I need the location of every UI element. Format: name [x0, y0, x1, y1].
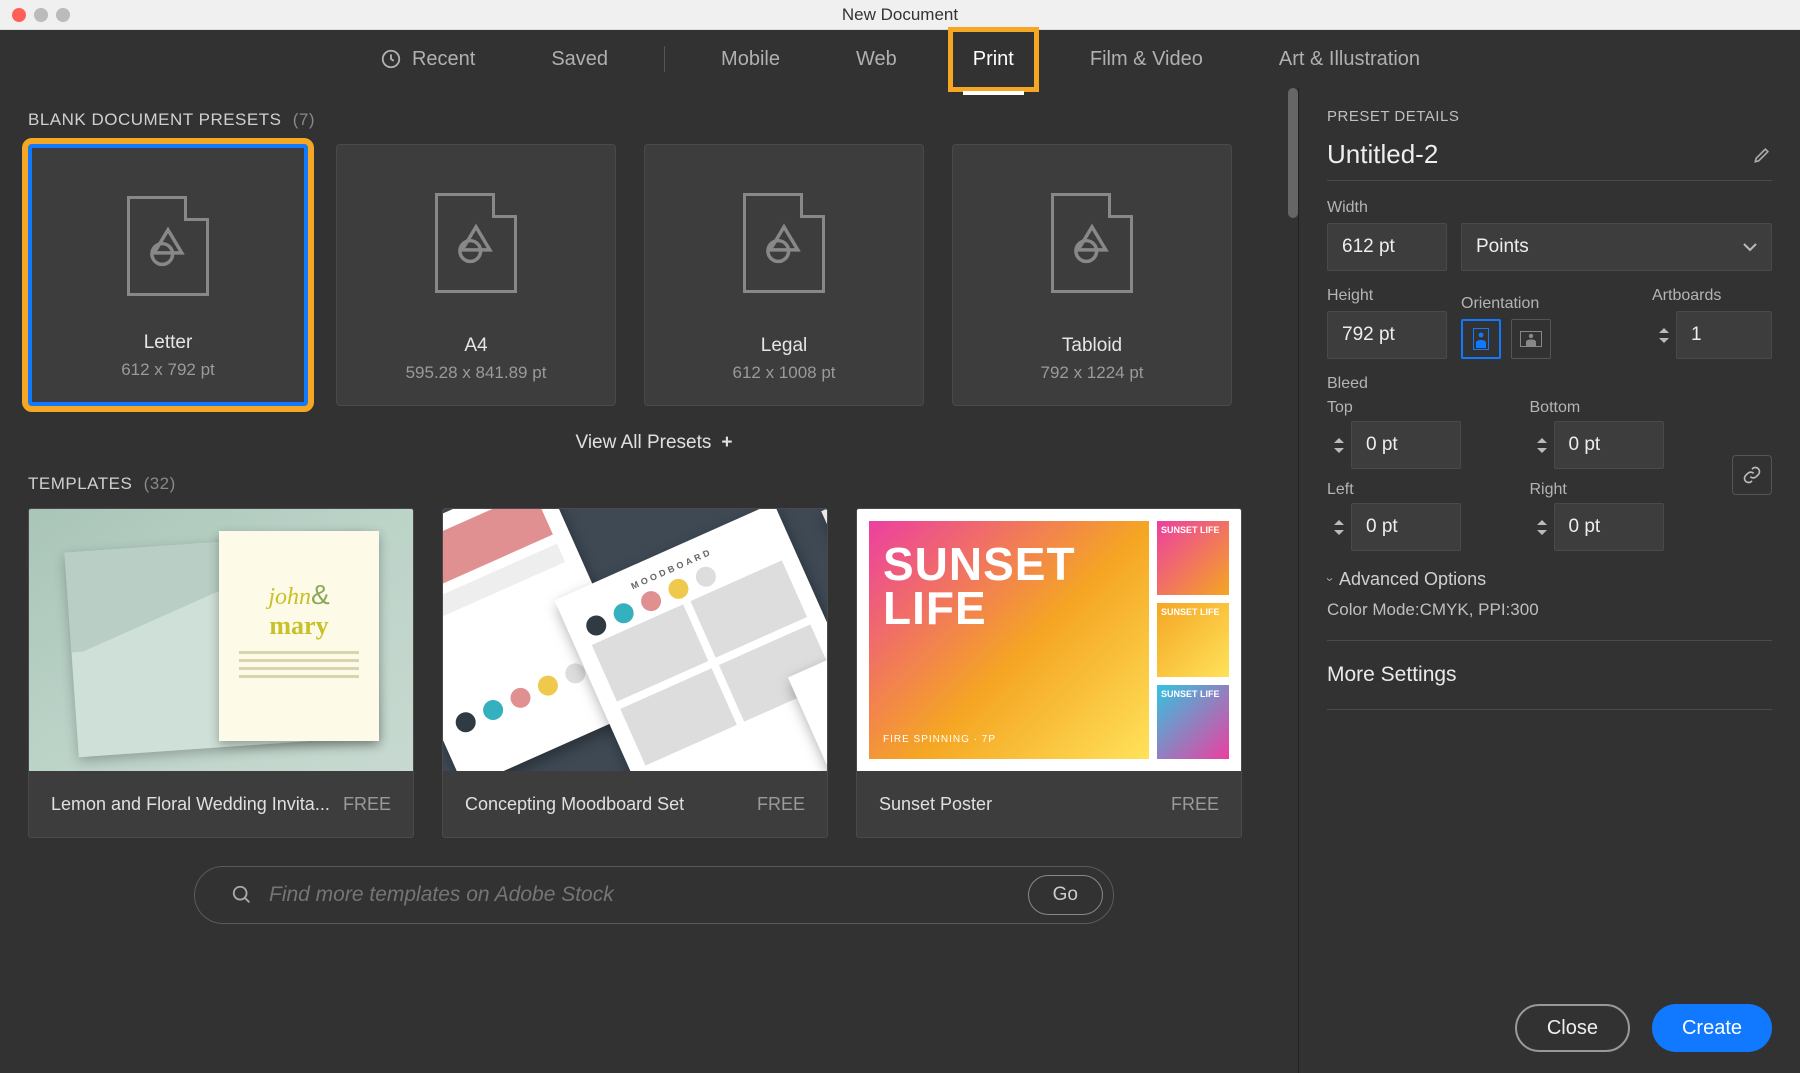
tab-label: Recent	[412, 48, 475, 71]
page-icon	[127, 196, 209, 296]
edit-name-icon[interactable]	[1752, 145, 1772, 165]
template-price: FREE	[343, 794, 391, 815]
bleed-top-input[interactable]: 0 pt	[1351, 421, 1461, 469]
bleed-right-stepper[interactable]	[1530, 503, 1554, 551]
bleed-left-input[interactable]: 0 pt	[1351, 503, 1461, 551]
bleed-bottom-label: Bottom	[1530, 399, 1717, 417]
bleed-top-stepper[interactable]	[1327, 421, 1351, 469]
bleed-left-label: Left	[1327, 481, 1514, 499]
clock-icon	[380, 48, 402, 70]
orientation-label: Orientation	[1461, 295, 1551, 313]
portrait-icon	[1473, 328, 1489, 350]
main-panel: BLANK DOCUMENT PRESETS (7) Letter 612 x …	[0, 88, 1298, 1073]
template-name: Sunset Poster	[879, 794, 992, 815]
preset-dims: 595.28 x 841.89 pt	[406, 363, 547, 383]
height-label: Height	[1327, 287, 1447, 305]
stock-search-bar: Go	[194, 866, 1114, 924]
height-input[interactable]: 792 pt	[1327, 311, 1447, 359]
artboards-input[interactable]: 1	[1676, 311, 1772, 359]
artboards-label: Artboards	[1652, 287, 1772, 305]
width-label: Width	[1327, 199, 1772, 217]
tab-recent[interactable]: Recent	[370, 42, 485, 77]
template-moodboard[interactable]: MOODBOARD Concepting Moodboard Set FREE	[442, 508, 828, 838]
window-title: New Document	[0, 5, 1800, 25]
tab-film-video[interactable]: Film & Video	[1080, 42, 1213, 77]
tab-web[interactable]: Web	[846, 42, 907, 77]
template-name: Lemon and Floral Wedding Invita...	[51, 794, 330, 815]
orientation-landscape[interactable]	[1511, 319, 1551, 359]
page-icon	[743, 193, 825, 293]
width-input[interactable]: 612 pt	[1327, 223, 1447, 271]
template-price: FREE	[1171, 794, 1219, 815]
tab-art-illustration[interactable]: Art & Illustration	[1269, 42, 1430, 77]
page-icon	[1051, 193, 1133, 293]
chevron-down-icon	[1658, 337, 1670, 345]
bleed-bottom-input[interactable]: 0 pt	[1554, 421, 1664, 469]
template-price: FREE	[757, 794, 805, 815]
category-tabs: Recent Saved Mobile Web Print Film & Vid…	[0, 30, 1800, 88]
more-settings[interactable]: More Settings	[1327, 640, 1772, 710]
template-sunset-poster[interactable]: SUNSET LIFE FIRE SPINNING · 7P SUNSET LI…	[856, 508, 1242, 838]
create-button[interactable]: Create	[1652, 1004, 1772, 1052]
preset-details-panel: PRESET DETAILS Untitled-2 Width 612 pt P…	[1298, 88, 1800, 1073]
window-close-dot[interactable]	[12, 8, 26, 22]
preset-dims: 612 x 792 pt	[121, 360, 215, 380]
preset-dims: 792 x 1224 pt	[1040, 363, 1143, 383]
window-max-dot[interactable]	[56, 8, 70, 22]
template-name: Concepting Moodboard Set	[465, 794, 684, 815]
preset-letter[interactable]: Letter 612 x 792 pt	[28, 144, 308, 406]
dialog-footer: Close Create	[1299, 983, 1800, 1073]
scrollbar-thumb[interactable]	[1288, 88, 1298, 218]
preset-tabloid[interactable]: Tabloid 792 x 1224 pt	[952, 144, 1232, 406]
preset-name: Tabloid	[1062, 335, 1122, 357]
window-titlebar: New Document	[0, 0, 1800, 30]
close-button[interactable]: Close	[1515, 1004, 1630, 1052]
plus-icon: +	[721, 432, 732, 453]
tab-print[interactable]: Print	[955, 34, 1032, 85]
advanced-options-toggle[interactable]: ›Advanced Options	[1327, 569, 1772, 590]
chevron-up-icon	[1658, 326, 1670, 334]
search-icon	[231, 884, 253, 906]
bleed-right-label: Right	[1530, 481, 1717, 499]
window-min-dot[interactable]	[34, 8, 48, 22]
bleed-right-input[interactable]: 0 pt	[1554, 503, 1664, 551]
tab-mobile[interactable]: Mobile	[711, 42, 790, 77]
bleed-top-label: Top	[1327, 399, 1514, 417]
template-thumbnail: john& mary	[29, 509, 413, 771]
bleed-link-button[interactable]	[1732, 455, 1772, 495]
preset-name: A4	[464, 335, 487, 357]
go-button[interactable]: Go	[1028, 875, 1103, 915]
landscape-icon	[1520, 331, 1542, 347]
preset-legal[interactable]: Legal 612 x 1008 pt	[644, 144, 924, 406]
chevron-down-icon	[1743, 242, 1757, 252]
bleed-left-stepper[interactable]	[1327, 503, 1351, 551]
preset-dims: 612 x 1008 pt	[732, 363, 835, 383]
preset-name: Legal	[761, 335, 808, 357]
presets-header: BLANK DOCUMENT PRESETS (7)	[28, 110, 1280, 130]
artboards-stepper[interactable]	[1652, 326, 1676, 345]
chevron-right-icon: ›	[1323, 577, 1338, 581]
link-icon	[1742, 465, 1762, 485]
bleed-label: Bleed	[1327, 375, 1772, 393]
page-icon	[435, 193, 517, 293]
template-thumbnail: MOODBOARD	[443, 509, 827, 771]
orientation-portrait[interactable]	[1461, 319, 1501, 359]
preset-a4[interactable]: A4 595.28 x 841.89 pt	[336, 144, 616, 406]
document-name[interactable]: Untitled-2	[1327, 139, 1438, 170]
templates-header: TEMPLATES (32)	[28, 474, 1280, 494]
bleed-bottom-stepper[interactable]	[1530, 421, 1554, 469]
color-mode-text: Color Mode:CMYK, PPI:300	[1327, 600, 1772, 620]
tab-saved[interactable]: Saved	[541, 42, 618, 77]
tab-divider	[664, 46, 665, 72]
preset-details-header: PRESET DETAILS	[1327, 108, 1772, 125]
stock-search-input[interactable]	[269, 883, 1012, 907]
template-thumbnail: SUNSET LIFE FIRE SPINNING · 7P SUNSET LI…	[857, 509, 1241, 771]
units-select[interactable]: Points	[1461, 223, 1772, 271]
preset-name: Letter	[144, 332, 193, 354]
template-wedding-invitation[interactable]: john& mary Lemon and Floral Wedding Invi…	[28, 508, 414, 838]
view-all-presets[interactable]: View All Presets+	[28, 432, 1280, 454]
